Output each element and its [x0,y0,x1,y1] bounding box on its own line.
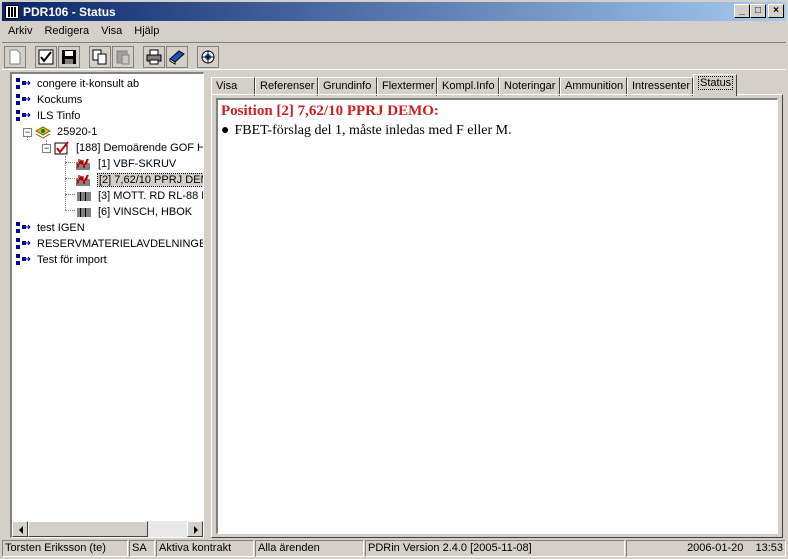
save-icon [62,50,76,64]
company-icon [15,221,31,235]
collapse-toggle[interactable]: − [42,143,51,153]
paste-button[interactable] [112,46,134,68]
maximize-button[interactable]: □ [750,4,766,18]
tree-item-label: Test för import [37,254,107,266]
window-title: PDR106 - Status [23,4,116,19]
printer-icon [146,49,162,65]
menu-redigera[interactable]: Redigera [38,25,95,37]
status-code: SA [129,540,155,557]
barcode-icon [76,205,92,219]
tree-item-label: [1] VBF-SKRUV [98,158,177,170]
close-button[interactable]: × [768,4,784,18]
help-button[interactable] [197,46,219,68]
tree-item[interactable]: congere it-konsult ab [15,76,140,92]
tree-item-label: [6] VINSCH, HBOK [98,206,193,218]
company-icon [15,77,31,91]
copy-icon [92,49,107,65]
tree-item[interactable]: RESERVMATERIELAVDELNINGE [15,236,204,252]
tree-item[interactable]: ILS Tinfo [15,108,81,124]
minimize-button[interactable]: _ [734,4,750,18]
tree-item-label: ILS Tinfo [37,110,81,122]
toolbar [2,42,786,70]
company-icon [15,109,31,123]
status-date: 2006-01-20 [687,542,744,554]
menu-arkiv[interactable]: Arkiv [2,25,38,37]
tree-item[interactable]: − [188] Demoärende GOF H [42,140,204,156]
status-bar: Torsten Eriksson (te) SA Aktiva kontrakt… [2,539,786,557]
status-message-text: FBET-förslag del 1, måste inledas med F … [234,123,512,138]
tree-item-label: congere it-konsult ab [37,78,140,90]
scroll-right-button[interactable] [187,521,203,537]
tree-item[interactable]: [6] VINSCH, HBOK [76,204,193,220]
tree-item-label: RESERVMATERIELAVDELNINGE [37,238,204,250]
tree-item[interactable]: Kockums [15,92,83,108]
company-icon [15,253,31,267]
status-content: Position [2] 7,62/10 PPRJ DEMO: ● FBET-f… [216,98,778,534]
bullet-icon: ● [221,123,230,138]
status-cases: Alla ärenden [255,540,364,557]
status-version: PDRin Version 2.4.0 [2005-11-08] [365,540,625,557]
tree-item[interactable]: − 25920-1 [23,124,98,140]
checkbox-icon [38,49,54,65]
tree-item-label: 25920-1 [57,126,98,138]
tree-item[interactable]: Test för import [15,252,108,268]
tree-view[interactable]: congere it-konsult ab Kockums ILS Tinfo … [10,72,204,538]
tree-item-label: [188] Demoärende GOF H [76,142,204,154]
book-icon [169,50,185,65]
company-icon [15,237,31,251]
tree-item[interactable]: [3] MOTT. RD RL-88 D [76,188,204,204]
position-red-icon [76,173,92,187]
tree-item[interactable]: [1] VBF-SKRUV [76,156,177,172]
menu-bar: Arkiv Redigera Visa Hjälp [2,22,165,40]
position-red-icon [76,157,92,171]
tree-item-label: Kockums [37,94,83,106]
copy-button[interactable] [89,46,111,68]
horizontal-scrollbar[interactable] [12,521,203,537]
paste-icon [116,50,130,65]
tab-status[interactable]: Status [693,74,737,96]
tree-item-label: [3] MOTT. RD RL-88 D [98,190,204,202]
new-document-button[interactable] [4,46,26,68]
collapse-toggle[interactable]: − [23,127,32,137]
help-icon [201,50,215,64]
scroll-left-button[interactable] [12,521,28,537]
status-datetime: 2006-01-20 13:53 [626,540,786,557]
new-document-icon [9,49,21,65]
tree-item-selected[interactable]: [2] 7,62/10 PPRJ DEM [76,172,203,188]
tree-item-label: [2] 7,62/10 PPRJ DEM [97,173,203,187]
status-contracts: Aktiva kontrakt [156,540,254,557]
approve-button[interactable] [35,46,57,68]
content-title: Position [2] 7,62/10 PPRJ DEMO: [221,103,439,119]
tree-item[interactable]: test IGEN [15,220,86,236]
tab-panel: Position [2] 7,62/10 PPRJ DEMO: ● FBET-f… [211,94,783,538]
status-user: Torsten Eriksson (te) [2,540,128,557]
menu-hjalp[interactable]: Hjälp [128,25,165,37]
print-button[interactable] [143,46,165,68]
tree-item-label: test IGEN [37,222,85,234]
contract-icon [34,125,52,139]
save-button[interactable] [58,46,80,68]
scroll-thumb[interactable] [28,521,148,537]
company-icon [15,93,31,107]
status-message: ● FBET-förslag del 1, måste inledas med … [221,123,512,139]
status-time: 13:53 [755,542,783,554]
book-button[interactable] [166,46,188,68]
app-icon[interactable] [5,4,19,19]
barcode-icon [76,189,92,203]
title-bar: PDR106 - Status _ □ × [2,2,786,21]
menu-visa[interactable]: Visa [95,25,128,37]
case-icon [54,141,70,155]
